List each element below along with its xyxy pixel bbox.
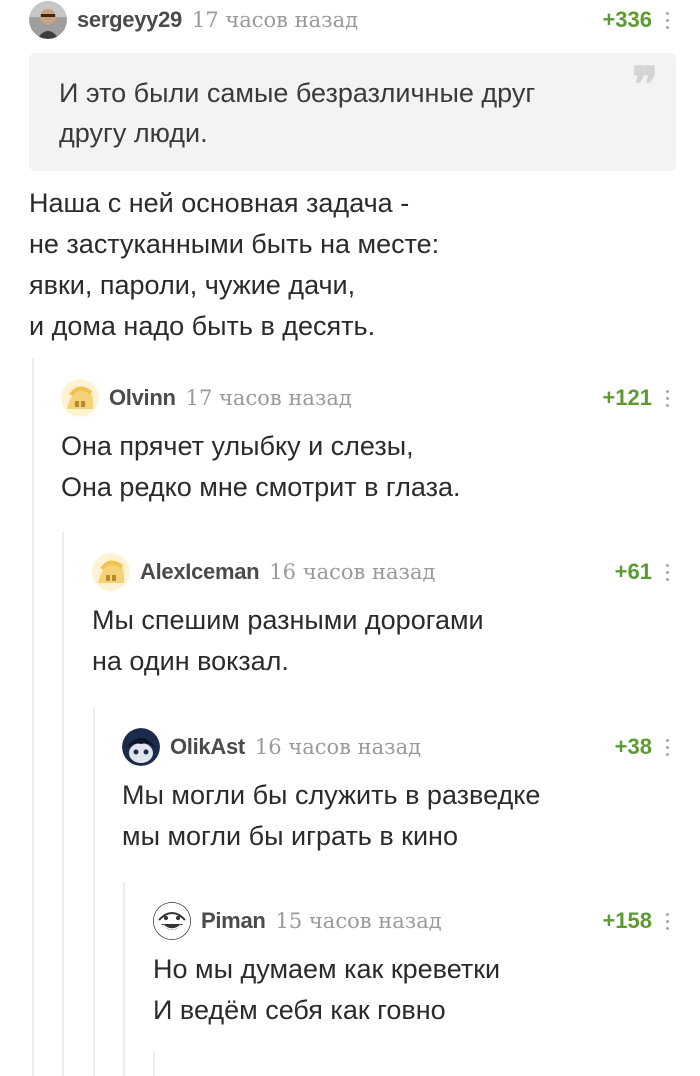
- comment: Olvinn 17 часов назад +121 Она прячет ул…: [61, 378, 676, 508]
- comment-header: Piman 15 часов назад +158: [153, 901, 676, 941]
- more-vertical-icon[interactable]: [658, 386, 676, 410]
- trollface-avatar-icon[interactable]: [153, 902, 191, 940]
- text-line: Наша с ней основная задача -: [29, 188, 410, 218]
- thread-line-level-1[interactable]: [32, 358, 34, 1076]
- comment: OlikAst 16 часов назад +38 Мы могли бы с…: [122, 727, 676, 857]
- rating: +61: [614, 559, 652, 584]
- text-line: Мы могли бы служить в разведке: [122, 780, 541, 810]
- rating: +336: [602, 7, 652, 32]
- comment-header: sergeyy29 17 часов назад +336: [29, 0, 676, 40]
- username[interactable]: AlexIceman: [140, 559, 260, 585]
- photo-avatar-icon[interactable]: [29, 1, 67, 39]
- comment-header: OlikAst 16 часов назад +38: [122, 727, 676, 767]
- rating: +121: [602, 385, 652, 410]
- timestamp[interactable]: 16 часов назад: [269, 560, 435, 584]
- text-line: на один вокзал.: [92, 646, 289, 676]
- comment-text: Она прячет улыбку и слезы, Она редко мне…: [61, 426, 676, 508]
- text-line: Но мы думаем как креветки: [153, 954, 501, 984]
- dark-face-avatar-icon[interactable]: [122, 728, 160, 766]
- text-line: не застуканными быть на месте:: [29, 229, 440, 259]
- text-line: Она прячет улыбку и слезы,: [61, 431, 414, 461]
- text-line: И ведём себя как говно: [153, 995, 446, 1025]
- quote-line: И это были самые безразличные друг: [59, 78, 536, 108]
- username[interactable]: sergeyy29: [77, 7, 182, 33]
- timestamp[interactable]: 16 часов назад: [255, 735, 421, 759]
- thread-line-level-4[interactable]: [123, 882, 125, 1076]
- username[interactable]: Piman: [201, 908, 266, 934]
- text-line: Мы спешим разными дорогами: [92, 605, 484, 635]
- more-vertical-icon[interactable]: [658, 8, 676, 32]
- text-line: и дома надо быть в десять.: [29, 311, 376, 341]
- default-avatar-icon[interactable]: [92, 553, 130, 591]
- quote-line: другу люди.: [59, 118, 208, 148]
- more-vertical-icon[interactable]: [658, 909, 676, 933]
- timestamp[interactable]: 15 часов назад: [276, 909, 442, 933]
- comment-header: AlexIceman 16 часов назад +61: [92, 552, 676, 592]
- text-line: мы могли бы играть в кино: [122, 821, 458, 851]
- timestamp[interactable]: 17 часов назад: [192, 8, 358, 32]
- comment-text: Мы могли бы служить в разведке мы могли …: [122, 775, 676, 857]
- thread-line-level-5[interactable]: [153, 1052, 155, 1076]
- timestamp[interactable]: 17 часов назад: [186, 386, 352, 410]
- comment-text: Наша с ней основная задача - не застукан…: [29, 183, 676, 347]
- quote-icon: ❞: [632, 57, 658, 113]
- more-vertical-icon[interactable]: [658, 735, 676, 759]
- comment: AlexIceman 16 часов назад +61 Мы спешим …: [92, 552, 676, 682]
- comment-text: Мы спешим разными дорогами на один вокза…: [92, 600, 676, 682]
- username[interactable]: OlikAst: [170, 734, 245, 760]
- comment-header: Olvinn 17 часов назад +121: [61, 378, 676, 418]
- thread-line-level-3[interactable]: [93, 708, 95, 1076]
- rating: +38: [614, 734, 652, 759]
- comment: sergeyy29 17 часов назад +336 ❞ И это бы…: [29, 0, 676, 347]
- text-line: явки, пароли, чужие дачи,: [29, 270, 356, 300]
- comment: Piman 15 часов назад +158 Но мы думаем к…: [153, 901, 676, 1031]
- comment-text: Но мы думаем как креветки И ведём себя к…: [153, 949, 676, 1031]
- rating: +158: [602, 908, 652, 933]
- more-vertical-icon[interactable]: [658, 560, 676, 584]
- username[interactable]: Olvinn: [109, 385, 176, 411]
- default-avatar-icon[interactable]: [61, 379, 99, 417]
- quote-block: ❞ И это были самые безразличные друг дру…: [29, 53, 676, 171]
- thread-line-level-2[interactable]: [62, 532, 64, 1076]
- text-line: Она редко мне смотрит в глаза.: [61, 472, 461, 502]
